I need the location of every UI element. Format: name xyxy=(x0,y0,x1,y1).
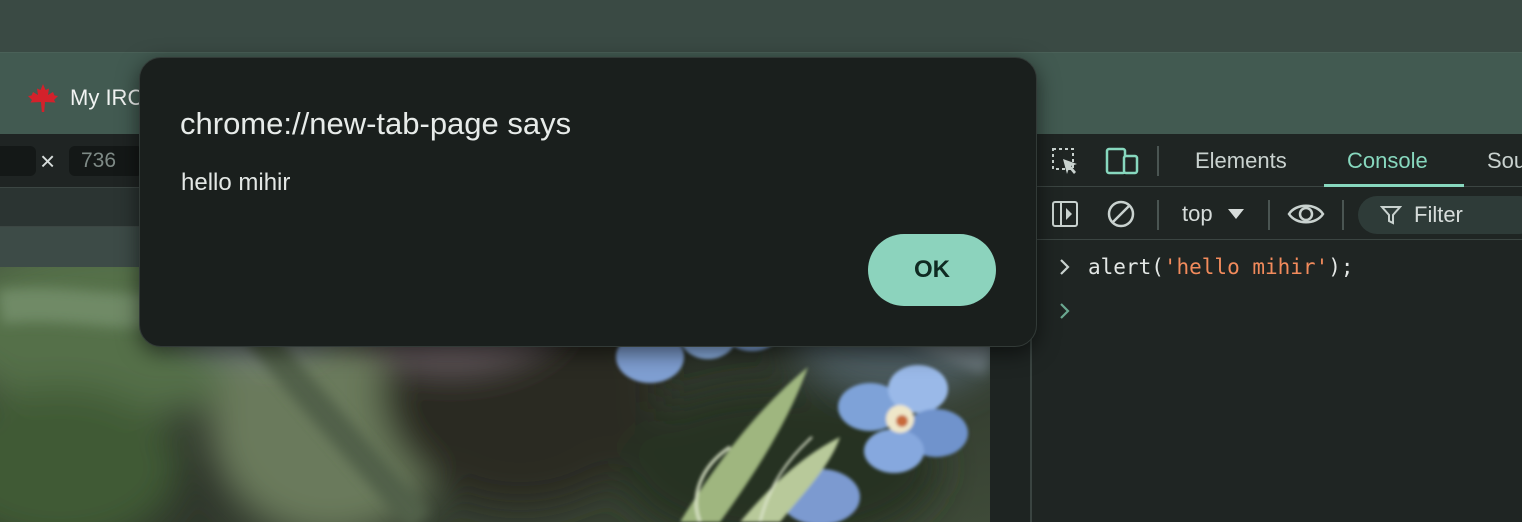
filter-placeholder: Filter xyxy=(1414,202,1463,227)
screen: My IRCC × 736 Elements Console Sou top F… xyxy=(0,0,1522,522)
dimension-separator-icon: × xyxy=(40,146,56,176)
console-command: alert('hello mihir'); xyxy=(1088,254,1354,280)
execution-context-select[interactable]: top xyxy=(1182,200,1213,228)
command-end: ); xyxy=(1328,255,1354,279)
tab-elements[interactable]: Elements xyxy=(1195,148,1287,174)
command-string: 'hello mihir' xyxy=(1163,255,1329,279)
live-expression-eye-icon[interactable] xyxy=(1286,201,1326,227)
browser-title-bar xyxy=(0,0,1522,52)
sidebar-toggle-icon[interactable] xyxy=(1050,199,1080,229)
dialog-title: chrome://new-tab-page says xyxy=(180,106,572,141)
prompt-chevron-icon xyxy=(1060,303,1070,319)
console-toolbar: top Filter xyxy=(1032,188,1522,240)
toolbar-divider xyxy=(1342,200,1344,230)
chevron-down-icon xyxy=(1228,209,1244,219)
toolbar-divider xyxy=(1268,200,1270,230)
filter-input[interactable]: Filter xyxy=(1358,196,1522,234)
tab-console[interactable]: Console xyxy=(1347,148,1428,174)
chevron-right-icon xyxy=(1060,259,1070,275)
width-input[interactable] xyxy=(0,146,36,176)
device-toggle-icon[interactable] xyxy=(1104,146,1140,176)
ok-button[interactable]: OK xyxy=(868,234,996,306)
active-tab-indicator xyxy=(1324,184,1464,187)
command-fn: alert( xyxy=(1088,255,1164,279)
devtools-panel: Elements Console Sources top xyxy=(1030,134,1522,522)
console-input-entry: alert('hello mihir'); xyxy=(1060,254,1354,358)
inspect-element-icon[interactable] xyxy=(1050,146,1080,176)
filter-icon xyxy=(1380,206,1402,225)
dialog-message: hello mihir xyxy=(181,169,291,196)
alert-dialog: chrome://new-tab-page says hello mihir O… xyxy=(139,57,1037,347)
clear-console-icon[interactable] xyxy=(1106,199,1136,229)
devtools-tab-bar: Elements Console Sources xyxy=(1032,134,1522,187)
maple-leaf-icon xyxy=(28,84,58,112)
height-input[interactable]: 736 xyxy=(69,146,143,176)
toolbar-divider xyxy=(1157,200,1159,230)
toolbar-divider xyxy=(1157,146,1159,176)
tab-sources[interactable]: Sources xyxy=(1487,148,1522,174)
